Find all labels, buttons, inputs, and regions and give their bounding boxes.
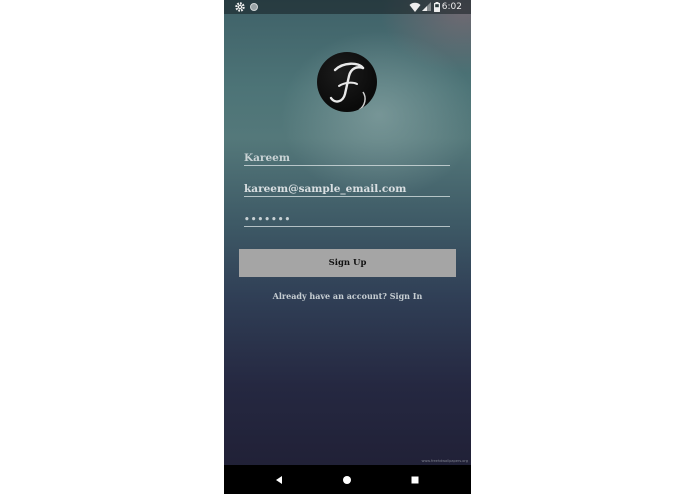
script-f-logo-icon bbox=[329, 62, 366, 111]
wifi-icon bbox=[409, 2, 421, 12]
navigation-bar bbox=[224, 465, 471, 494]
wallpaper-watermark: www.freehdwallpapers.org bbox=[421, 459, 468, 463]
circle-notification-icon bbox=[250, 3, 258, 11]
recents-icon[interactable] bbox=[408, 473, 422, 487]
battery-icon bbox=[434, 2, 440, 12]
sign-up-button[interactable]: Sign Up bbox=[239, 249, 456, 277]
password-input[interactable] bbox=[244, 215, 450, 225]
status-bar: 6:02 bbox=[224, 0, 471, 14]
gear-icon bbox=[235, 2, 245, 12]
sign-in-link[interactable]: Already have an account? Sign In bbox=[224, 291, 471, 301]
name-input[interactable] bbox=[244, 152, 450, 164]
home-icon[interactable] bbox=[340, 473, 354, 487]
name-field[interactable] bbox=[244, 144, 450, 166]
status-time: 6:02 bbox=[441, 2, 462, 12]
email-input[interactable] bbox=[244, 183, 450, 195]
email-field[interactable] bbox=[244, 175, 450, 197]
app-logo bbox=[317, 52, 377, 112]
password-field[interactable] bbox=[244, 205, 450, 227]
cell-signal-icon bbox=[422, 2, 431, 11]
back-icon[interactable] bbox=[272, 473, 286, 487]
phone-screen: 6:02 Sign Up Already have an account? Si… bbox=[224, 0, 471, 494]
